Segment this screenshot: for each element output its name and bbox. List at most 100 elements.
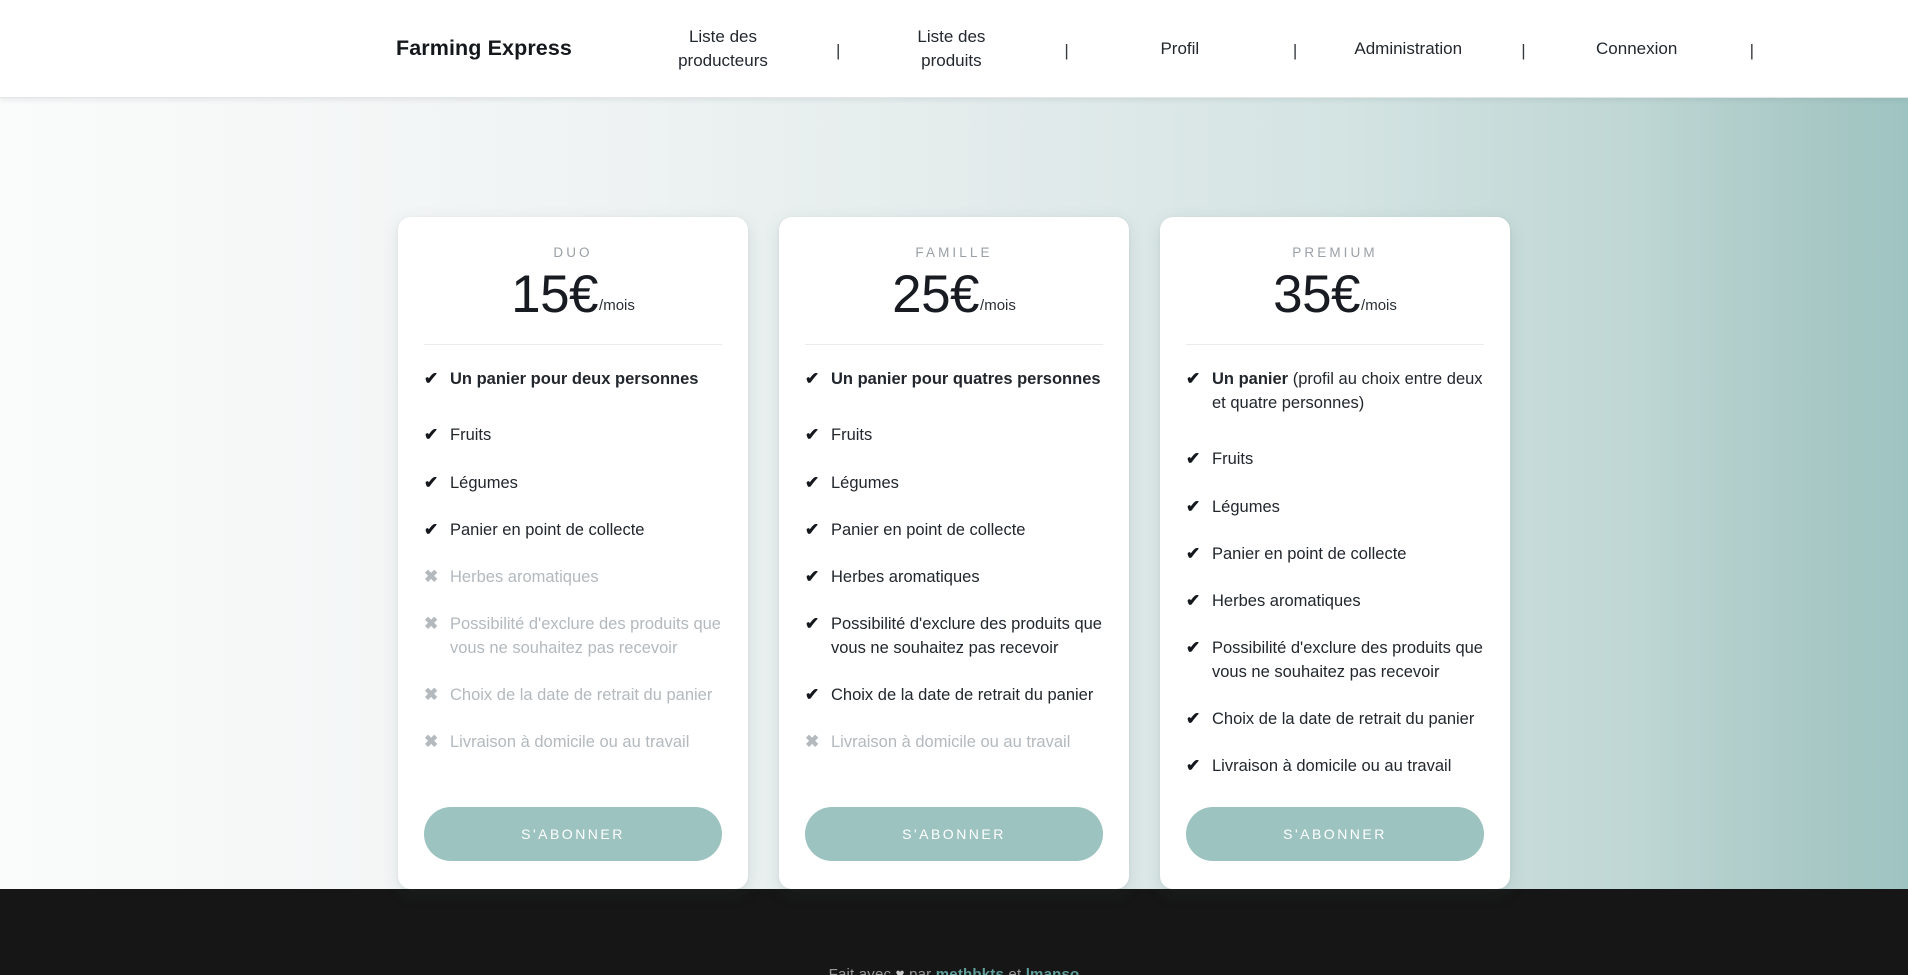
check-icon: ✔	[424, 425, 439, 445]
nav-liste-des-produits[interactable]: Liste des produits	[892, 25, 1010, 71]
plan-price: 25€	[892, 265, 980, 324]
price-row: 35€/mois	[1186, 265, 1484, 324]
cta-wrapper: S'ABONNER	[424, 801, 722, 889]
feature-item-included: ✔ Fruits	[424, 423, 722, 447]
feature-label: Légumes	[1212, 497, 1280, 516]
footer-conjunction: et	[1004, 965, 1026, 975]
nav-item-wrapper: Profil |	[1121, 37, 1349, 60]
feature-item-included: ✔ Herbes aromatiques	[1186, 589, 1484, 613]
plan-price: 15€	[511, 265, 599, 324]
check-icon: ✔	[1186, 756, 1201, 776]
nav-separator: |	[1064, 41, 1069, 60]
check-icon: ✔	[424, 519, 439, 539]
feature-label: Un panier pour quatres personnes	[831, 370, 1101, 389]
check-icon: ✔	[1186, 543, 1201, 563]
feature-label: Livraison à domicile ou au travail	[831, 733, 1071, 752]
nav-separator: |	[1292, 40, 1298, 60]
nav-liste-des-producteurs[interactable]: Liste des producteurs	[664, 25, 782, 71]
cross-icon: ✖	[424, 685, 439, 705]
subscribe-button[interactable]: S'ABONNER	[424, 807, 722, 862]
pricing-card: PREMIUM 35€/mois ✔ Un panier (profil au cho…	[1160, 217, 1510, 890]
cross-icon: ✖	[424, 566, 439, 586]
feature-list: ✔ Un panier (profil au choix entre deux e…	[1186, 345, 1484, 801]
feature-label: Herbes aromatiques	[831, 567, 980, 586]
feature-label: Livraison à domicile ou au travail	[450, 733, 690, 752]
feature-item-excluded: ✖ Herbes aromatiques	[424, 565, 722, 589]
main-navigation: Liste des producteurs | Liste des produits…	[664, 25, 1806, 71]
check-icon: ✔	[805, 613, 820, 633]
site-footer: Fait avec ♥ par methbkts et lmanso	[0, 889, 1908, 975]
feature-item-included: ✔ Légumes	[424, 471, 722, 495]
feature-item-included: ✔ Un panier pour quatres personnes	[805, 367, 1103, 391]
feature-item-excluded: ✖ Possibilité d'exclure des produits que …	[424, 612, 722, 660]
feature-label: Choix de la date de retrait du panier	[450, 686, 713, 705]
feature-item-included: ✔ Fruits	[1186, 447, 1484, 471]
check-icon: ✔	[1186, 709, 1201, 729]
check-icon: ✔	[805, 566, 820, 586]
feature-item-included: ✔ Un panier pour deux personnes	[424, 367, 722, 391]
feature-list: ✔ Un panier pour quatres personnes ✔ Fruits…	[805, 345, 1103, 801]
pricing-card: DUO 15€/mois ✔ Un panier pour deux personne…	[398, 217, 748, 890]
feature-item-excluded: ✖ Choix de la date de retrait du panier	[424, 683, 722, 707]
check-icon: ✔	[424, 472, 439, 492]
feature-item-included: ✔ Panier en point de collecte	[424, 518, 722, 542]
feature-item-included: ✔ Livraison à domicile ou au travail	[1186, 754, 1484, 778]
cta-wrapper: S'ABONNER	[805, 801, 1103, 889]
feature-item-included: ✔ Panier en point de collecte	[1186, 542, 1484, 566]
nav-inner: Farming Express Liste des producteurs | Li…	[396, 25, 1806, 71]
check-icon: ✔	[805, 425, 820, 445]
check-icon: ✔	[1186, 496, 1201, 516]
cross-icon: ✖	[424, 613, 439, 633]
feature-label: Fruits	[831, 426, 873, 445]
pricing-card: FAMILLE 25€/mois ✔ Un panier pour quatres p…	[779, 217, 1129, 890]
plan-period: /mois	[1361, 297, 1397, 314]
brand-logo[interactable]: Farming Express	[396, 36, 572, 61]
feature-item-included: ✔ Un panier (profil au choix entre deux e…	[1186, 367, 1484, 415]
nav-item-wrapper: Administration |	[1349, 37, 1577, 60]
feature-label: Possibilité d'exclure des produits que v…	[450, 614, 721, 657]
subscribe-button[interactable]: S'ABONNER	[805, 807, 1103, 862]
nav-administration[interactable]: Administration	[1349, 37, 1467, 60]
feature-item-included: ✔ Herbes aromatiques	[805, 565, 1103, 589]
cross-icon: ✖	[424, 732, 439, 752]
feature-item-included: ✔ Fruits	[805, 423, 1103, 447]
feature-item-included: ✔ Panier en point de collecte	[805, 518, 1103, 542]
site-header: Farming Express Liste des producteurs | Li…	[0, 0, 1908, 98]
feature-label: Fruits	[450, 426, 492, 445]
nav-connexion[interactable]: Connexion	[1578, 37, 1696, 60]
feature-label: Choix de la date de retrait du panier	[831, 686, 1094, 705]
feature-item-included: ✔ Choix de la date de retrait du panier	[805, 683, 1103, 707]
nav-separator: |	[1521, 40, 1526, 60]
feature-label: Panier en point de collecte	[831, 520, 1026, 539]
footer-author-methbkts[interactable]: methbkts	[936, 966, 1004, 975]
plan-price: 35€	[1273, 265, 1361, 324]
feature-item-included: ✔ Choix de la date de retrait du panier	[1186, 707, 1484, 731]
price-row: 15€/mois	[424, 265, 722, 324]
feature-label: Possibilité d'exclure des produits que v…	[1212, 638, 1483, 682]
plan-name: FAMILLE	[915, 245, 993, 260]
check-icon: ✔	[1186, 637, 1201, 657]
nav-item-wrapper: Connexion |	[1578, 37, 1806, 60]
feature-label: Panier en point de collecte	[1212, 544, 1407, 563]
feature-item-included: ✔ Légumes	[1186, 495, 1484, 519]
footer-author-lmanso[interactable]: lmanso	[1026, 966, 1080, 975]
feature-label: Livraison à domicile ou au travail	[1212, 757, 1452, 776]
feature-label: Possibilité d'exclure des produits que v…	[831, 614, 1102, 657]
footer-credit: Fait avec ♥ par methbkts et lmanso	[829, 966, 1080, 975]
feature-label: Herbes aromatiques	[1212, 591, 1361, 610]
feature-label: Légumes	[831, 473, 899, 492]
feature-label: Herbes aromatiques	[450, 567, 599, 586]
pricing-section: DUO 15€/mois ✔ Un panier pour deux personne…	[0, 98, 1908, 890]
pricing-card-list: DUO 15€/mois ✔ Un panier pour deux personne…	[398, 217, 1510, 890]
subscribe-button[interactable]: S'ABONNER	[1186, 807, 1484, 862]
feature-label: Un panier pour deux personnes	[450, 370, 699, 389]
check-icon: ✔	[805, 472, 820, 492]
feature-label: Choix de la date de retrait du panier	[1212, 710, 1475, 729]
feature-label: Panier en point de collecte	[450, 520, 645, 539]
price-row: 25€/mois	[805, 265, 1103, 324]
pricing-card-header: DUO 15€/mois	[424, 245, 722, 346]
nav-separator: |	[1749, 40, 1755, 60]
cta-wrapper: S'ABONNER	[1186, 801, 1484, 889]
heart-icon: ♥	[895, 965, 905, 975]
nav-profil[interactable]: Profil	[1121, 37, 1239, 60]
